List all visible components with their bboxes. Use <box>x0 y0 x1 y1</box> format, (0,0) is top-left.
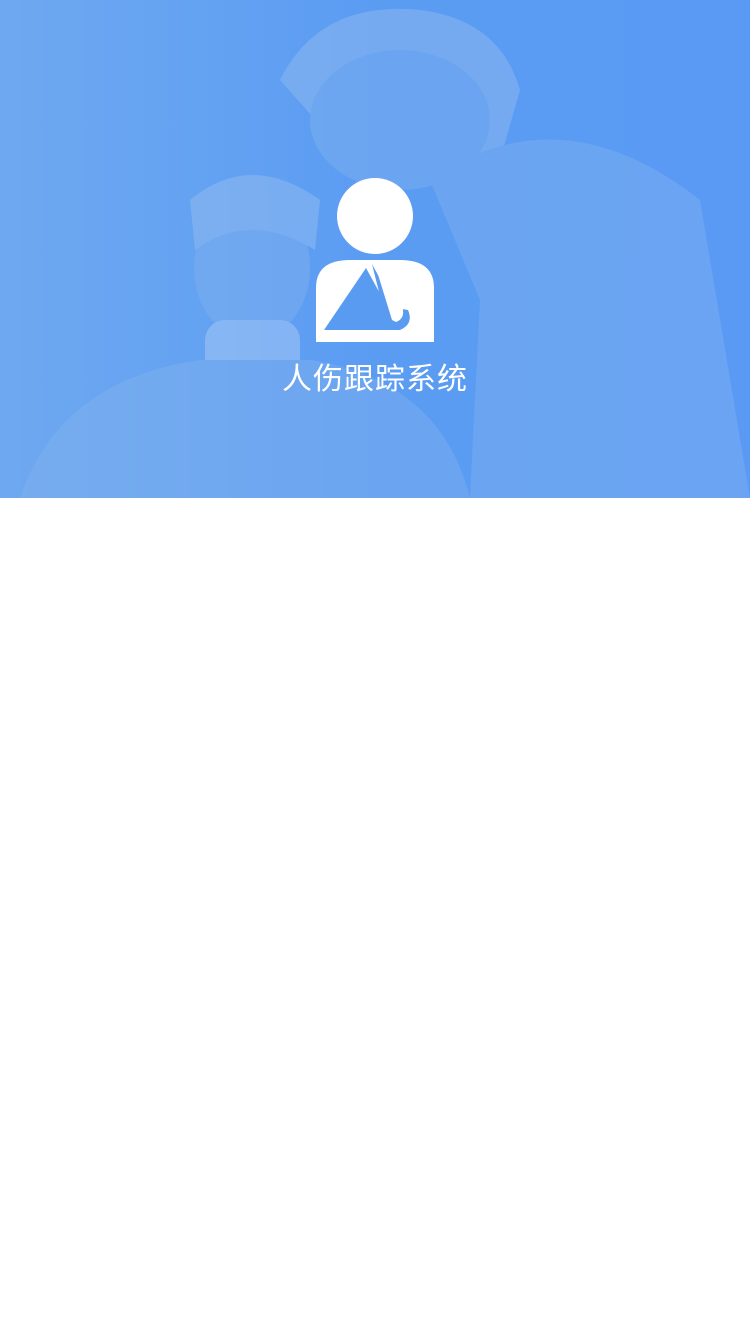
injured-person-arm-sling-icon <box>316 178 434 342</box>
splash-screen: 人伤跟踪系统 <box>0 0 750 1334</box>
app-title: 人伤跟踪系统 <box>282 362 468 397</box>
blank-content-area <box>0 498 750 1334</box>
hero-banner: 人伤跟踪系统 <box>0 0 750 498</box>
